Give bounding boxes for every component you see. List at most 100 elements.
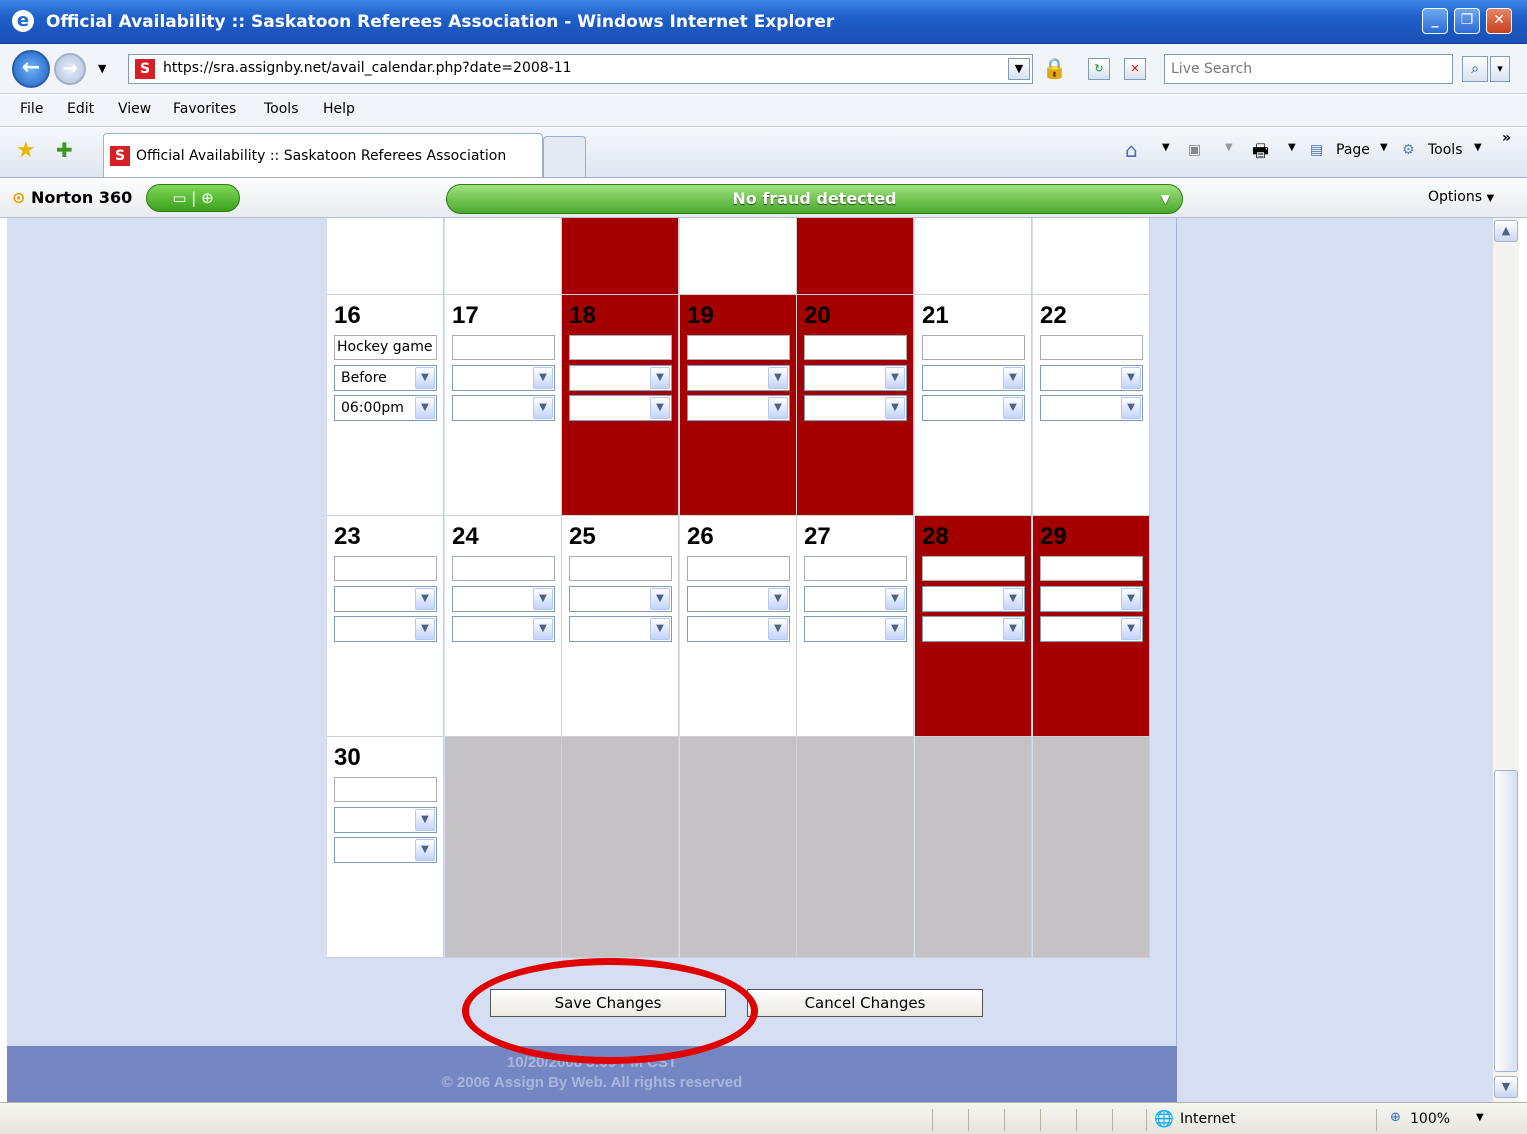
availability-time-select[interactable]: ▼ xyxy=(569,616,672,642)
fraud-dropdown-icon[interactable]: ▼ xyxy=(1161,185,1170,213)
home-icon[interactable]: ⌂ xyxy=(1125,138,1138,162)
availability-note-input[interactable] xyxy=(922,335,1025,360)
chevron-down-icon[interactable]: ▼ xyxy=(533,618,553,640)
page-menu-label[interactable]: Page xyxy=(1336,142,1370,158)
chevron-down-icon[interactable]: ▼ xyxy=(885,618,905,640)
availability-when-select[interactable]: ▼ xyxy=(452,365,555,391)
availability-note-input[interactable] xyxy=(569,556,672,581)
fraud-status-bar[interactable]: No fraud detected ▼ xyxy=(446,184,1183,214)
chevron-down-icon[interactable]: ▼ xyxy=(1121,588,1141,610)
availability-when-select[interactable]: Before ▼ xyxy=(334,365,437,391)
availability-time-select[interactable]: 06:00pm ▼ xyxy=(334,395,437,421)
norton-options-menu[interactable]: Options ▼ xyxy=(1428,189,1494,205)
norton-status-icons[interactable]: ▭ | ⊕ xyxy=(146,184,240,212)
availability-when-select[interactable]: ▼ xyxy=(804,365,907,391)
menu-help[interactable]: Help xyxy=(323,101,355,117)
chevron-down-icon[interactable]: ▼ xyxy=(415,618,435,640)
chevron-down-icon[interactable]: ▼ xyxy=(533,367,553,389)
scroll-up-icon[interactable]: ▲ xyxy=(1494,220,1518,242)
menu-tools[interactable]: Tools xyxy=(264,101,299,117)
chevron-down-icon[interactable]: ▼ xyxy=(415,397,435,419)
scroll-thumb[interactable] xyxy=(1494,770,1518,1072)
availability-time-select[interactable]: ▼ xyxy=(452,616,555,642)
search-icon[interactable]: ⌕ xyxy=(1462,56,1488,82)
chevron-down-icon[interactable]: ▼ xyxy=(415,809,435,831)
minimize-button[interactable]: _ xyxy=(1422,8,1448,34)
computer-icon[interactable]: ▭ xyxy=(172,189,186,207)
chevron-down-icon[interactable]: ▼ xyxy=(533,588,553,610)
availability-note-input[interactable] xyxy=(804,335,907,360)
chevron-down-icon[interactable]: ▼ xyxy=(768,618,788,640)
forward-button[interactable]: → xyxy=(54,53,86,85)
availability-time-select[interactable]: ▼ xyxy=(687,395,790,421)
availability-note-input[interactable]: Hockey game xyxy=(334,335,437,360)
chevron-down-icon[interactable]: ▼ xyxy=(415,367,435,389)
availability-note-input[interactable] xyxy=(687,556,790,581)
menu-favorites[interactable]: Favorites xyxy=(173,101,236,117)
chevron-down-icon[interactable]: ▼ xyxy=(1121,618,1141,640)
availability-when-select[interactable]: ▼ xyxy=(687,365,790,391)
chevron-down-icon[interactable]: ▼ xyxy=(768,367,788,389)
chevron-down-icon[interactable]: ▼ xyxy=(650,618,670,640)
availability-note-input[interactable] xyxy=(452,556,555,581)
availability-time-select[interactable]: ▼ xyxy=(804,616,907,642)
chevron-down-icon[interactable]: ▼ xyxy=(885,397,905,419)
availability-note-input[interactable] xyxy=(452,335,555,360)
availability-time-select[interactable]: ▼ xyxy=(334,616,437,642)
availability-time-select[interactable]: ▼ xyxy=(452,395,555,421)
availability-when-select[interactable]: ▼ xyxy=(1040,586,1143,612)
search-input[interactable]: Live Search xyxy=(1164,54,1453,84)
availability-note-input[interactable] xyxy=(334,777,437,802)
restore-button[interactable]: ❐ xyxy=(1454,8,1480,34)
chevron-down-icon[interactable]: ▼ xyxy=(533,397,553,419)
chevron-down-icon[interactable]: ▼ xyxy=(768,397,788,419)
chevron-down-icon[interactable]: ▼ xyxy=(885,588,905,610)
favorites-star-icon[interactable]: ★ xyxy=(16,138,36,163)
availability-time-select[interactable]: ▼ xyxy=(687,616,790,642)
chevron-down-icon[interactable]: ▼ xyxy=(1003,397,1023,419)
availability-note-input[interactable] xyxy=(922,556,1025,581)
availability-when-select[interactable]: ▼ xyxy=(922,586,1025,612)
chevron-down-icon[interactable]: ▼ xyxy=(650,588,670,610)
chevron-down-icon[interactable]: ▼ xyxy=(1121,367,1141,389)
availability-time-select[interactable]: ▼ xyxy=(1040,395,1143,421)
search-options-icon[interactable]: ▾ xyxy=(1490,56,1510,82)
availability-when-select[interactable]: ▼ xyxy=(804,586,907,612)
availability-time-select[interactable]: ▼ xyxy=(804,395,907,421)
chevron-down-icon[interactable]: ▼ xyxy=(1121,397,1141,419)
availability-when-select[interactable]: ▼ xyxy=(687,586,790,612)
tab-official-availability[interactable]: S Official Availability :: Saskatoon Ref… xyxy=(103,133,543,177)
url-field[interactable]: S https://sra.assignby.net/avail_calenda… xyxy=(128,54,1033,84)
chevron-down-icon[interactable]: ▼ xyxy=(1003,588,1023,610)
availability-when-select[interactable]: ▼ xyxy=(452,586,555,612)
chevron-down-icon[interactable]: ▼ xyxy=(1003,618,1023,640)
chevron-down-icon[interactable]: ▼ xyxy=(768,588,788,610)
url-dropdown-icon[interactable]: ▼ xyxy=(1008,58,1030,80)
vertical-scrollbar[interactable]: ▲ ▼ xyxy=(1492,218,1519,1102)
zoom-dropdown-icon[interactable]: ▼ xyxy=(1476,1112,1484,1123)
availability-time-select[interactable]: ▼ xyxy=(922,616,1025,642)
availability-when-select[interactable]: ▼ xyxy=(569,365,672,391)
chevron-down-icon[interactable]: ▼ xyxy=(650,367,670,389)
print-icon[interactable]: 🖶 xyxy=(1252,139,1269,169)
availability-when-select[interactable]: ▼ xyxy=(922,365,1025,391)
chevron-more-icon[interactable]: » xyxy=(1502,130,1511,146)
availability-note-input[interactable] xyxy=(1040,556,1143,581)
page-dropdown-icon[interactable]: ▼ xyxy=(1380,142,1388,153)
add-favorite-icon[interactable]: ✚ xyxy=(56,138,73,162)
availability-when-select[interactable]: ▼ xyxy=(569,586,672,612)
tools-menu-label[interactable]: Tools xyxy=(1428,142,1463,158)
availability-note-input[interactable] xyxy=(569,335,672,360)
scroll-down-icon[interactable]: ▼ xyxy=(1494,1076,1518,1098)
close-button[interactable]: ✕ xyxy=(1486,8,1512,34)
availability-when-select[interactable]: ▼ xyxy=(334,807,437,833)
feeds-dropdown-icon[interactable]: ▼ xyxy=(1225,142,1233,153)
zoom-icon[interactable]: ⊕ xyxy=(1390,1110,1401,1125)
chevron-down-icon[interactable]: ▼ xyxy=(885,367,905,389)
lock-icon[interactable]: 🔒 xyxy=(1042,56,1067,80)
menu-edit[interactable]: Edit xyxy=(67,101,94,117)
chevron-down-icon[interactable]: ▼ xyxy=(415,839,435,861)
recent-pages-dropdown-icon[interactable]: ▼ xyxy=(98,62,106,75)
feeds-icon[interactable]: ▣ xyxy=(1188,142,1201,158)
availability-time-select[interactable]: ▼ xyxy=(334,837,437,863)
